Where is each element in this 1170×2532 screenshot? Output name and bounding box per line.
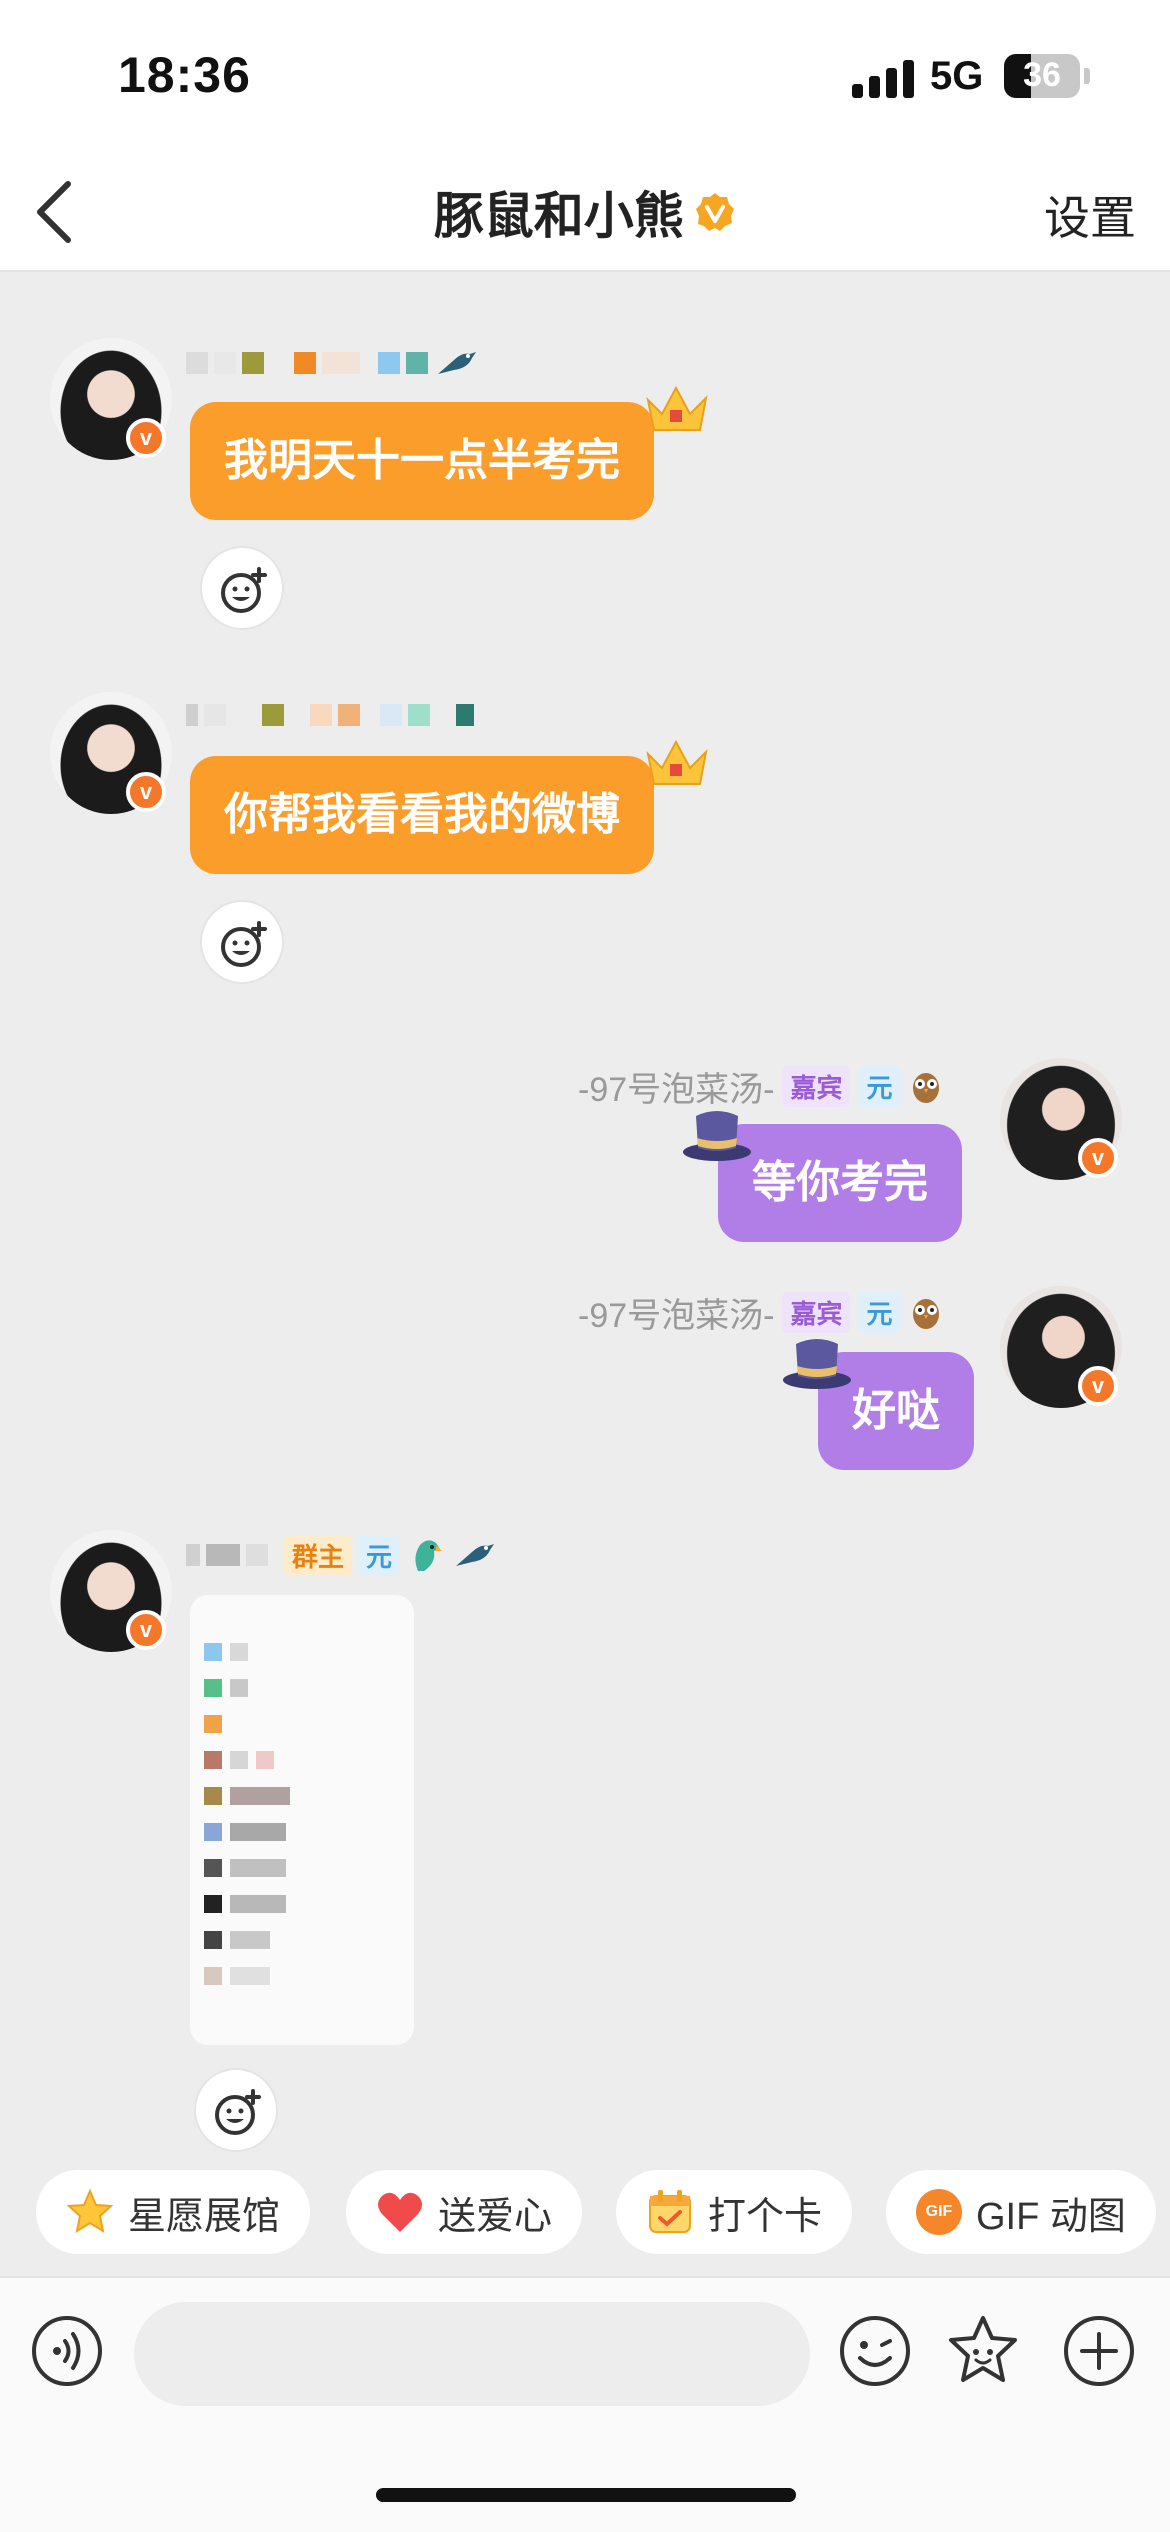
crown-icon: [646, 385, 708, 431]
sender-name-row: -97号泡菜汤- 嘉宾 元: [578, 1065, 943, 1109]
image-message-thumbnail[interactable]: [190, 1595, 414, 2045]
chat-title[interactable]: 豚鼠和小熊: [434, 176, 684, 248]
emoji-icon[interactable]: [838, 2314, 912, 2388]
quick-action-gif[interactable]: GIF GIF 动图: [886, 2170, 1156, 2254]
star-icon: [66, 2188, 114, 2234]
chat-header: 豚鼠和小熊 设置: [0, 150, 1170, 272]
title-wrap: 豚鼠和小熊: [0, 176, 1170, 248]
settings-button[interactable]: 设置: [1044, 182, 1136, 248]
verified-v-icon: v: [126, 1610, 166, 1650]
verified-v-icon: v: [126, 418, 166, 458]
message-input[interactable]: [134, 2302, 810, 2406]
verified-v-icon: v: [1078, 1366, 1118, 1406]
parrot-icon: [415, 1540, 443, 1571]
quick-action-label: GIF 动图: [976, 2195, 1126, 2238]
group-owner-tag: 群主: [284, 1534, 353, 1576]
quick-action-label: 打个卡: [708, 2195, 823, 2238]
quick-action-send-love[interactable]: 送爱心: [346, 2170, 583, 2254]
verified-v-icon: v: [126, 772, 166, 812]
yuan-tag: 元: [858, 1065, 901, 1107]
owl-icon: [912, 1299, 939, 1329]
plus-icon[interactable]: [1062, 2314, 1136, 2388]
sender-name-row: -97号泡菜汤- 嘉宾 元: [578, 1291, 943, 1335]
battery-tip: [1084, 68, 1090, 84]
top-hat-icon: [683, 1111, 751, 1161]
quick-action-label: 送爱心: [438, 2195, 553, 2238]
home-indicator: [376, 2488, 796, 2502]
status-time: 18:36: [118, 47, 251, 103]
status-bar: 18:36 5G 36: [0, 0, 1170, 150]
sender-nickname-row: 群主 元: [186, 1534, 496, 1576]
battery-icon: 36: [1004, 54, 1080, 98]
add-reaction-button[interactable]: [200, 546, 284, 630]
verified-v-icon: v: [1078, 1138, 1118, 1178]
guest-tag: 嘉宾: [782, 1291, 851, 1333]
bird-icon: [456, 1544, 495, 1566]
smiley-plus-icon: [221, 921, 267, 967]
battery-level: 36: [1023, 56, 1061, 94]
owl-icon: [912, 1073, 939, 1103]
quick-action-bar: 星愿展馆 送爱心 打个卡 GIF GIF 动图: [0, 2162, 1170, 2262]
quick-action-wish-gallery[interactable]: 星愿展馆: [36, 2170, 311, 2254]
yuan-tag: 元: [358, 1534, 401, 1576]
cellular-signal-icon: [852, 60, 916, 98]
bird-icon: [438, 352, 476, 374]
smiley-plus-icon: [215, 2089, 261, 2135]
guest-tag: 嘉宾: [782, 1065, 851, 1107]
heart-icon: [378, 2192, 422, 2232]
quick-action-check-in[interactable]: 打个卡: [616, 2170, 853, 2254]
message-bubble-2[interactable]: 你帮我看看我的微博: [190, 756, 654, 874]
crown-icon: [646, 739, 708, 785]
calendar-icon: [649, 2190, 691, 2233]
yuan-tag: 元: [858, 1291, 901, 1333]
sticker-icon[interactable]: [946, 2314, 1020, 2388]
sender-nickname-blurred: [186, 698, 474, 732]
top-hat-icon: [783, 1339, 851, 1389]
gif-icon: GIF: [916, 2189, 962, 2235]
sender-name[interactable]: -97号泡菜汤-: [578, 1288, 774, 1337]
add-reaction-button[interactable]: [200, 900, 284, 984]
message-bubble-1[interactable]: 我明天十一点半考完: [190, 402, 654, 520]
smiley-plus-icon: [221, 567, 267, 613]
sender-nickname-blurred: [186, 346, 478, 380]
message-bubble-3[interactable]: 等你考完: [718, 1124, 962, 1242]
add-reaction-button[interactable]: [194, 2068, 278, 2152]
quick-action-label: 星愿展馆: [128, 2195, 281, 2238]
verified-badge-icon: [696, 193, 735, 231]
voice-icon[interactable]: [30, 2314, 104, 2388]
network-type: 5G: [930, 54, 984, 98]
